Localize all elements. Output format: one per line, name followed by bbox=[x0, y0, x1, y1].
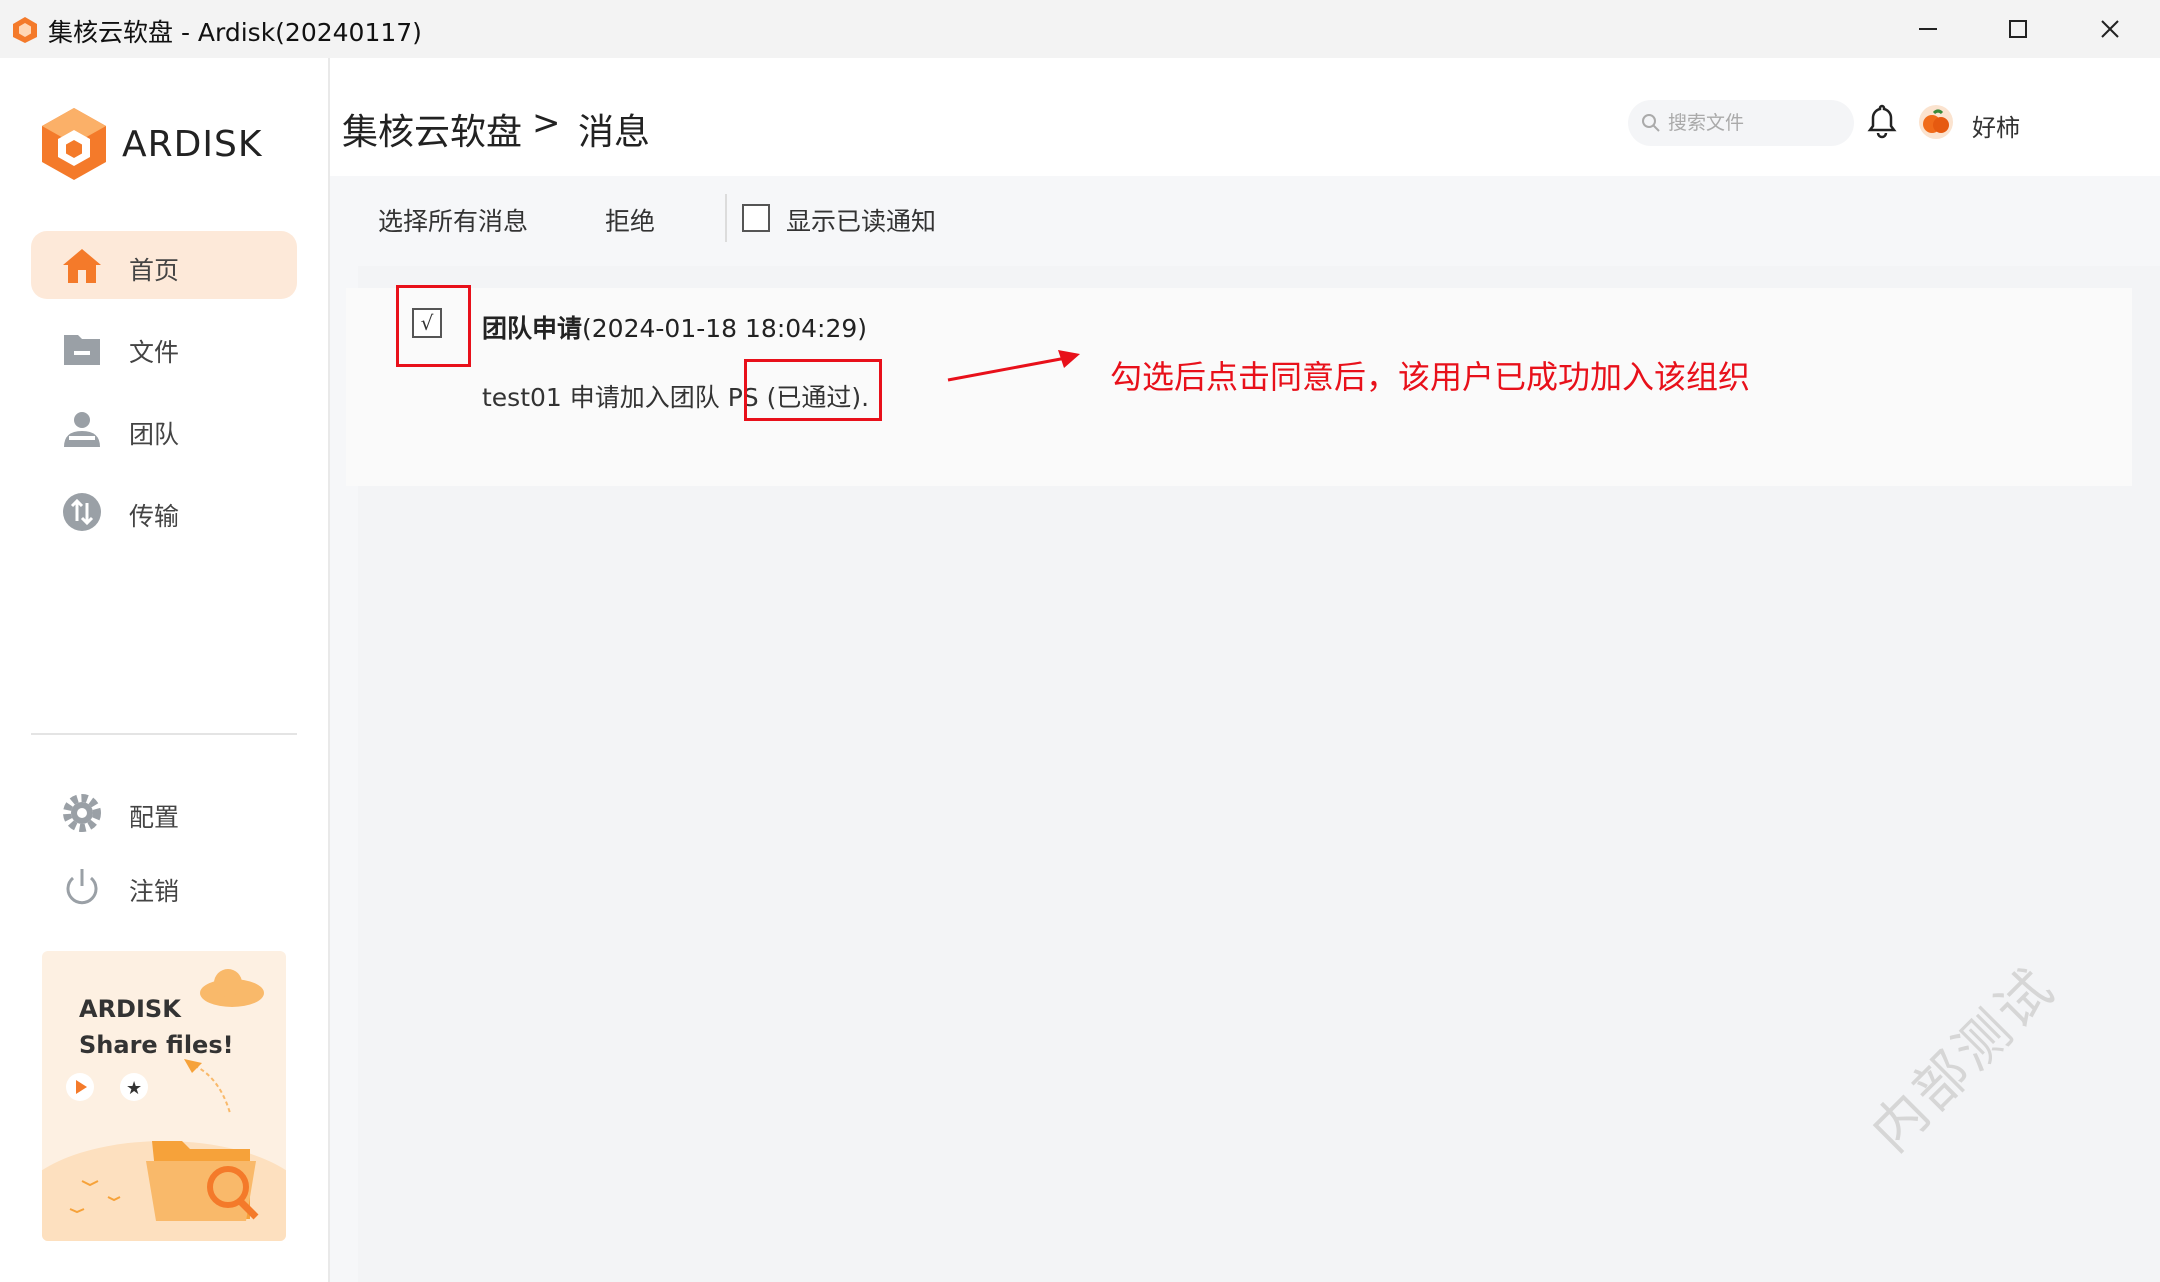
breadcrumb-root[interactable]: 集核云软盘 bbox=[342, 103, 522, 155]
avatar[interactable] bbox=[1918, 104, 1954, 140]
close-button[interactable] bbox=[2064, 0, 2156, 58]
title-bar: 集核云软盘 - Ardisk(20240117) bbox=[0, 0, 2160, 59]
sidebar-item-label: 注销 bbox=[129, 877, 180, 906]
sidebar-item-home[interactable]: 首页 bbox=[31, 231, 297, 299]
search-icon bbox=[1642, 114, 1660, 132]
transfer-icon bbox=[63, 493, 101, 531]
annotation-box-status bbox=[744, 359, 882, 421]
show-read-label[interactable]: 显示已读通知 bbox=[786, 202, 936, 238]
brand-name: ARDISK bbox=[122, 124, 263, 165]
annotation-note: 勾选后点击同意后，该用户已成功加入该组织 bbox=[1110, 358, 1751, 396]
breadcrumb-separator: > bbox=[532, 103, 561, 143]
annotation-box-checkbox bbox=[396, 285, 471, 367]
minimize-button[interactable] bbox=[1882, 0, 1974, 58]
maximize-icon bbox=[2009, 20, 2027, 38]
message-timestamp: (2024-01-18 18:04:29) bbox=[582, 314, 868, 343]
search-box[interactable] bbox=[1628, 100, 1854, 146]
sidebar-item-label: 传输 bbox=[129, 502, 180, 531]
promo-illustration-icon: ★ bbox=[42, 969, 286, 1241]
gear-icon bbox=[63, 794, 101, 832]
svg-text:★: ★ bbox=[126, 1078, 142, 1099]
message-title: 团队申请(2024-01-18 18:04:29) bbox=[482, 309, 867, 345]
sidebar-item-label: 文件 bbox=[129, 338, 180, 367]
main-header: 集核云软盘 > 消息 好柿 bbox=[330, 58, 2160, 176]
username[interactable]: 好柿 bbox=[1972, 108, 2020, 143]
close-icon bbox=[2101, 20, 2119, 38]
message-type: 团队申请 bbox=[482, 314, 583, 343]
sidebar-item-transfer[interactable]: 传输 bbox=[31, 477, 297, 545]
toolbar-divider bbox=[725, 194, 727, 242]
sidebar-item-label: 配置 bbox=[129, 803, 180, 832]
window-title: 集核云软盘 - Ardisk(20240117) bbox=[48, 18, 422, 47]
home-icon bbox=[63, 249, 101, 283]
power-icon bbox=[66, 869, 98, 905]
reject-button[interactable]: 拒绝 bbox=[605, 202, 655, 238]
sidebar: ARDISK 首页 文件 团队 传输 配置 注销 ARDISK Share fi… bbox=[0, 58, 330, 1282]
sidebar-divider bbox=[31, 733, 297, 735]
team-icon bbox=[64, 412, 100, 447]
select-all-messages-button[interactable]: 选择所有消息 bbox=[378, 202, 528, 238]
ardisk-logo-icon bbox=[42, 108, 106, 180]
folder-icon bbox=[64, 335, 100, 365]
message-toolbar: 选择所有消息 拒绝 显示已读通知 bbox=[330, 176, 2160, 258]
sidebar-item-label: 首页 bbox=[129, 256, 180, 285]
promo-card: ARDISK Share files! ★ bbox=[42, 951, 286, 1241]
maximize-button[interactable] bbox=[1972, 0, 2064, 58]
annotation-arrow-icon bbox=[947, 350, 1080, 382]
sidebar-item-logout[interactable]: 注销 bbox=[31, 852, 297, 920]
search-input[interactable] bbox=[1666, 106, 1850, 140]
sidebar-item-label: 团队 bbox=[129, 420, 180, 449]
sidebar-item-files[interactable]: 文件 bbox=[31, 313, 297, 381]
show-read-checkbox[interactable] bbox=[742, 204, 770, 232]
sidebar-item-team[interactable]: 团队 bbox=[31, 395, 297, 463]
page-title: 消息 bbox=[578, 112, 651, 153]
minimize-icon bbox=[1919, 28, 1937, 30]
sidebar-item-settings[interactable]: 配置 bbox=[31, 778, 297, 846]
bell-icon[interactable] bbox=[1866, 103, 1898, 139]
app-logo-icon bbox=[13, 17, 37, 43]
